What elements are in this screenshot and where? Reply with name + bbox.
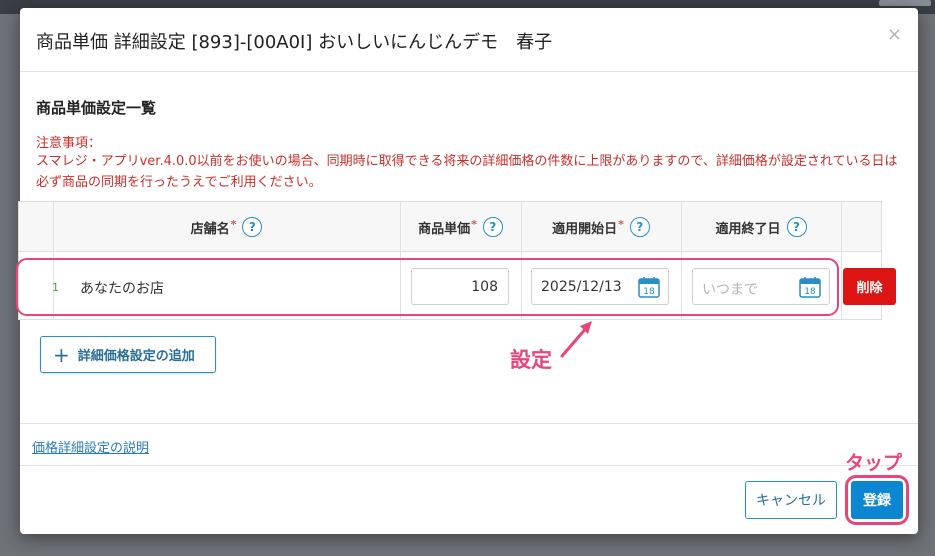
arrow-annotation-icon [560, 321, 592, 358]
price-input[interactable] [411, 268, 509, 305]
calendar-day: 18 [643, 287, 655, 297]
section-title: 商品単価設定一覧 [36, 99, 157, 117]
footer-divider [20, 465, 918, 466]
header-start-date: 適用開始日 *? [521, 202, 681, 252]
header-store-label: 店舗名 [190, 221, 230, 237]
help-icon[interactable]: ? [482, 217, 503, 237]
required-mark: * [230, 217, 237, 231]
header-end-label: 適用終了日 [715, 221, 781, 237]
plus-icon: + [53, 342, 70, 367]
required-mark: * [471, 217, 477, 231]
start-date-input[interactable]: 2025/12/13 18 [531, 268, 669, 305]
header-store: 店舗名 *? [53, 202, 400, 252]
header-price: 商品単価 *? [400, 202, 521, 252]
store-name: あなたのお店 [80, 281, 164, 297]
end-date-input[interactable]: いつまで 18 [692, 268, 830, 305]
help-icon[interactable]: ? [786, 217, 807, 237]
help-icon[interactable]: ? [242, 217, 263, 237]
background-corner [879, 0, 931, 6]
calendar-icon[interactable]: 18 [799, 276, 821, 298]
add-button-label: 詳細価格設定の追加 [77, 349, 195, 364]
help-icon[interactable]: ? [629, 217, 650, 237]
notice-heading: 注意事項： [36, 136, 102, 151]
close-icon[interactable]: × [887, 24, 902, 45]
required-mark: * [618, 217, 624, 231]
add-detail-price-button[interactable]: + 詳細価格設定の追加 [40, 336, 216, 373]
modal-header: 商品単価 詳細設定 [893]-[00A0I] おいしいにんじんデモ 春子 × [20, 8, 918, 72]
tap-annotation: タップ [845, 452, 903, 474]
calendar-icon[interactable]: 18 [638, 276, 660, 298]
calendar-day: 18 [804, 287, 816, 297]
delete-button[interactable]: 削除 [843, 268, 896, 305]
start-date-value: 2025/12/13 [541, 279, 622, 295]
cancel-button[interactable]: キャンセル [745, 481, 837, 519]
modal-title: 商品単価 詳細設定 [893]-[00A0I] おいしいにんじんデモ 春子 [36, 32, 553, 53]
end-date-placeholder: いつまで [702, 282, 758, 298]
register-button[interactable]: 登録 [851, 481, 903, 519]
price-help-link[interactable]: 価格詳細設定の説明 [32, 437, 149, 456]
notice-body: スマレジ・アプリver.4.0.0以前をお使いの場合、同期時に取得できる将来の詳… [36, 154, 898, 190]
setting-annotation: 設定 [510, 348, 552, 372]
header-end-date: 適用終了日? [681, 202, 841, 252]
footer-divider [20, 423, 918, 424]
row-number: 1 [52, 281, 59, 294]
header-start-label: 適用開始日 [552, 221, 618, 237]
column-divider [841, 202, 842, 319]
header-price-label: 商品単価 [418, 221, 471, 237]
